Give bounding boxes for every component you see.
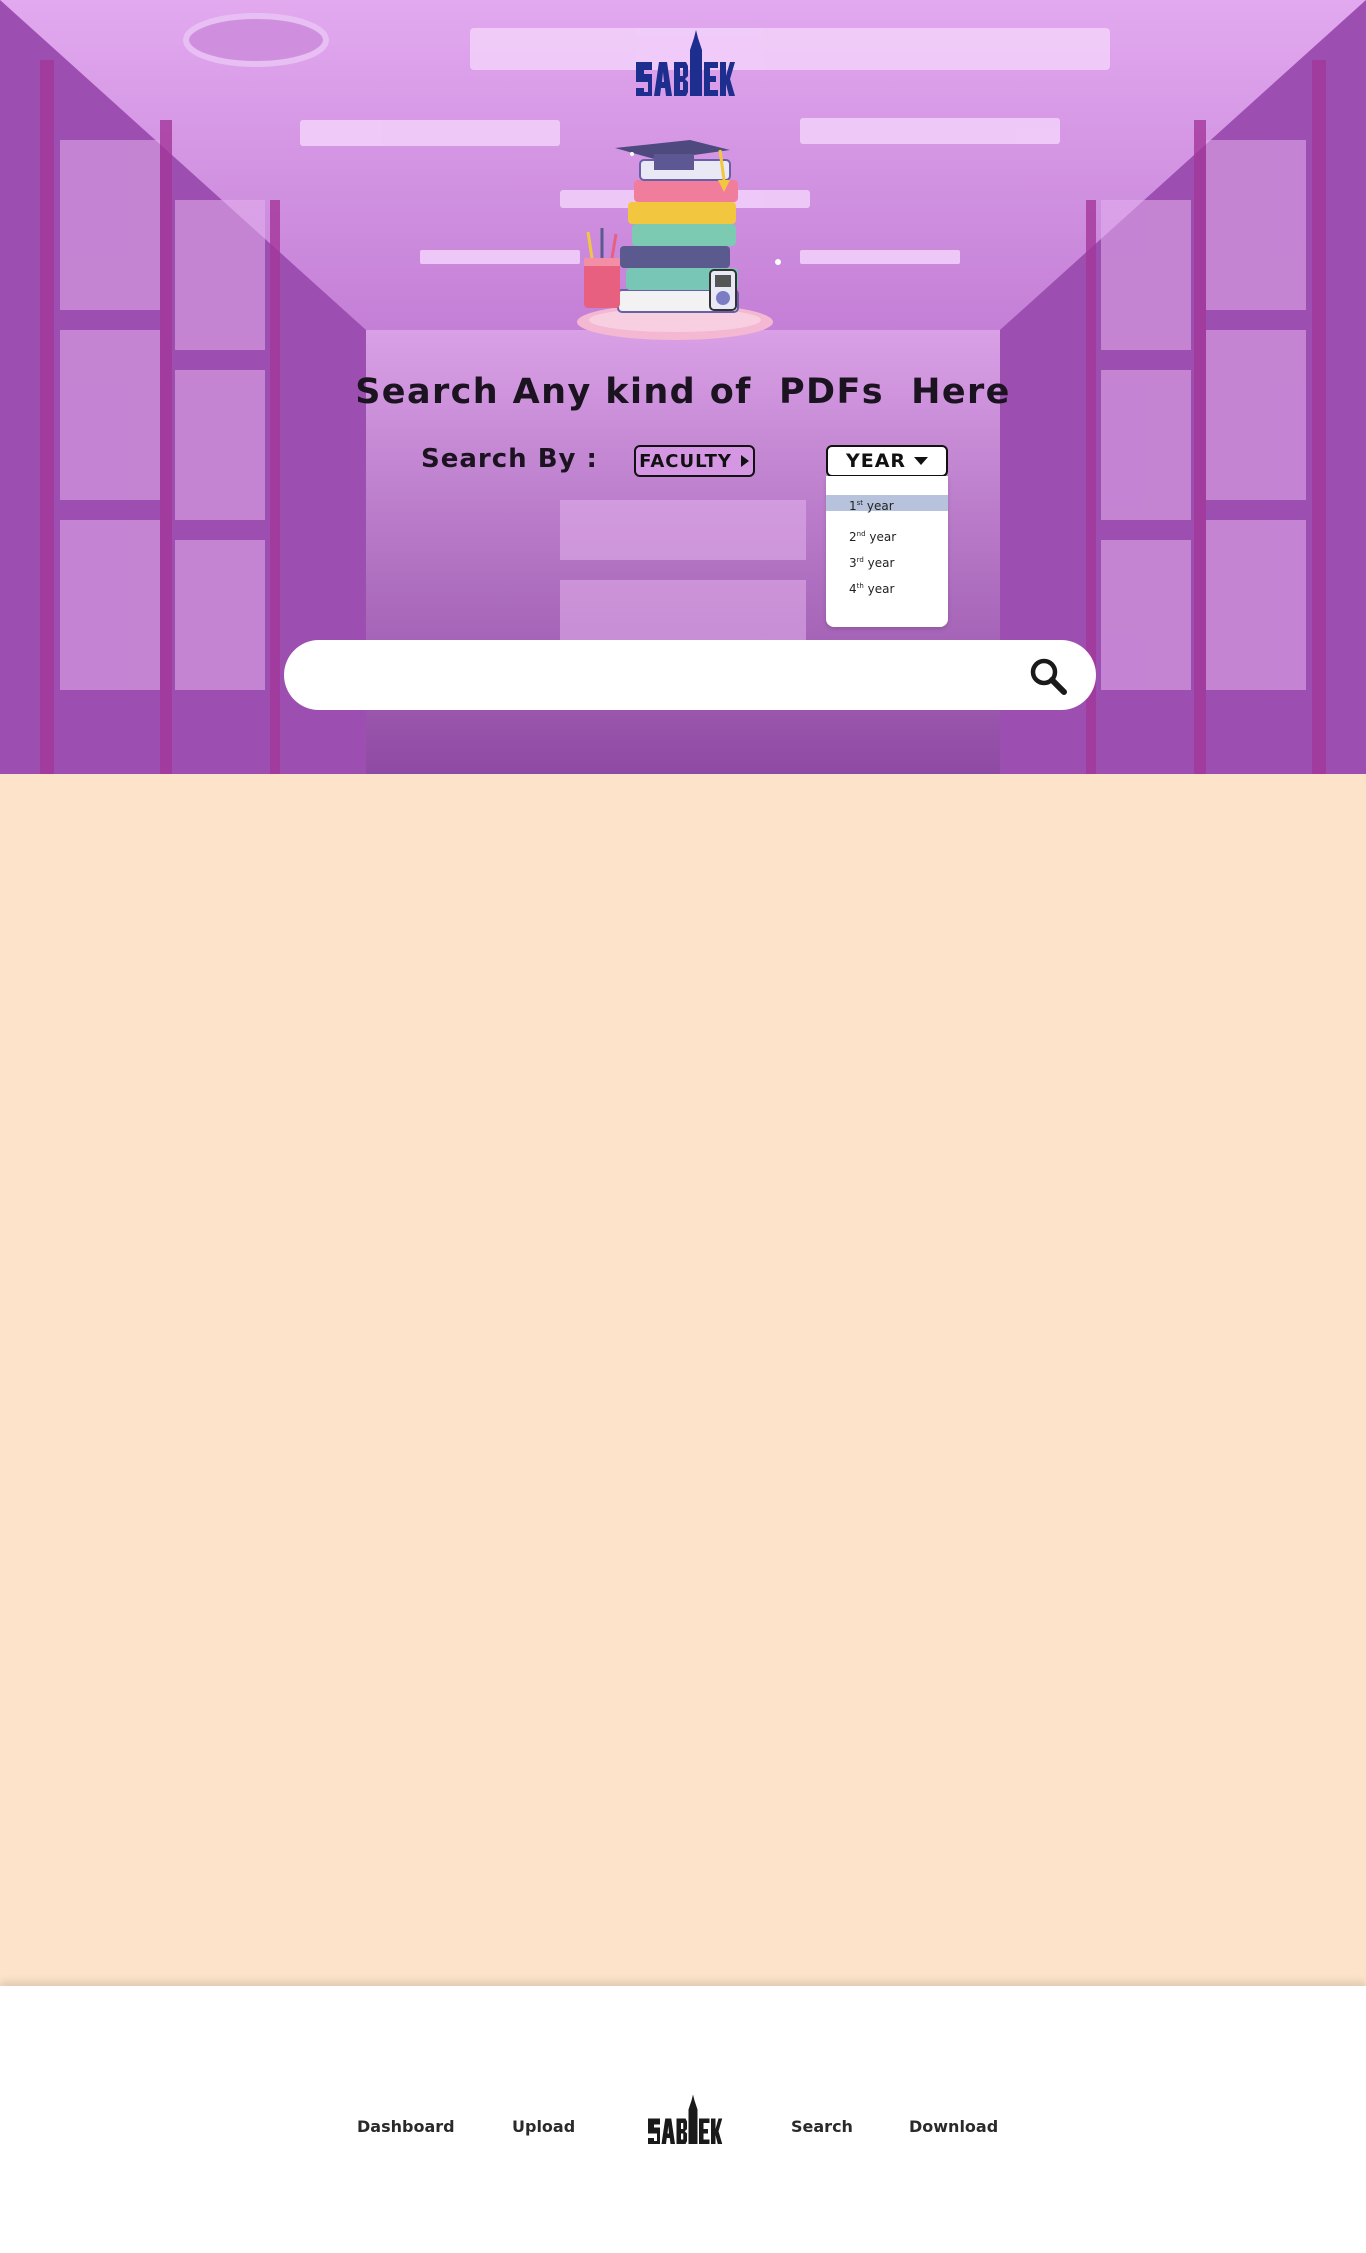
- year-option-word: year: [867, 556, 895, 570]
- year-option-2[interactable]: 2nd year: [826, 521, 948, 547]
- caret-right-icon: [740, 455, 749, 467]
- year-option-suffix: th: [856, 582, 864, 590]
- year-option-3[interactable]: 3rd year: [826, 547, 948, 573]
- year-option-number: 4: [849, 582, 857, 596]
- search-by-label: Search By :: [421, 444, 598, 474]
- footer-link-download[interactable]: Download: [909, 2117, 998, 2136]
- hero-title: Search Any kind of PDFs Here: [355, 372, 1011, 412]
- footer-link-search[interactable]: Search: [791, 2117, 853, 2136]
- faculty-filter-button[interactable]: FACULTY: [634, 445, 755, 477]
- year-option-word: year: [866, 499, 894, 513]
- hero-banner: Search Any kind of PDFs Here Search By :…: [0, 0, 1366, 774]
- footer: Dashboard Upload Search Download: [0, 1986, 1366, 2253]
- year-option-number: 1: [849, 499, 857, 513]
- main-content-area: [0, 774, 1366, 1986]
- year-filter-button[interactable]: YEAR: [826, 445, 948, 477]
- footer-link-dashboard[interactable]: Dashboard: [357, 2117, 455, 2136]
- year-option-number: 3: [849, 556, 857, 570]
- site-logo[interactable]: [632, 26, 736, 102]
- year-option-4[interactable]: 4th year: [826, 573, 948, 599]
- search-icon[interactable]: [1028, 656, 1068, 696]
- year-option-suffix: rd: [856, 556, 864, 564]
- year-option-word: year: [867, 582, 895, 596]
- year-option-word: year: [869, 530, 897, 544]
- footer-link-upload[interactable]: Upload: [512, 2117, 575, 2136]
- year-option-suffix: st: [856, 499, 864, 507]
- footer-logo[interactable]: [645, 2090, 723, 2150]
- search-bar: [284, 640, 1096, 710]
- year-dropdown-menu: 1st year 2nd year 3rd year 4th year: [826, 476, 948, 627]
- search-input[interactable]: [314, 652, 998, 700]
- books-illustration: [577, 140, 781, 340]
- faculty-filter-label: FACULTY: [639, 450, 732, 472]
- caret-down-icon: [914, 457, 929, 465]
- year-option-suffix: nd: [856, 530, 866, 538]
- year-option-number: 2: [849, 530, 857, 544]
- year-option-1[interactable]: 1st year: [826, 495, 948, 513]
- year-filter-label: YEAR: [845, 450, 907, 472]
